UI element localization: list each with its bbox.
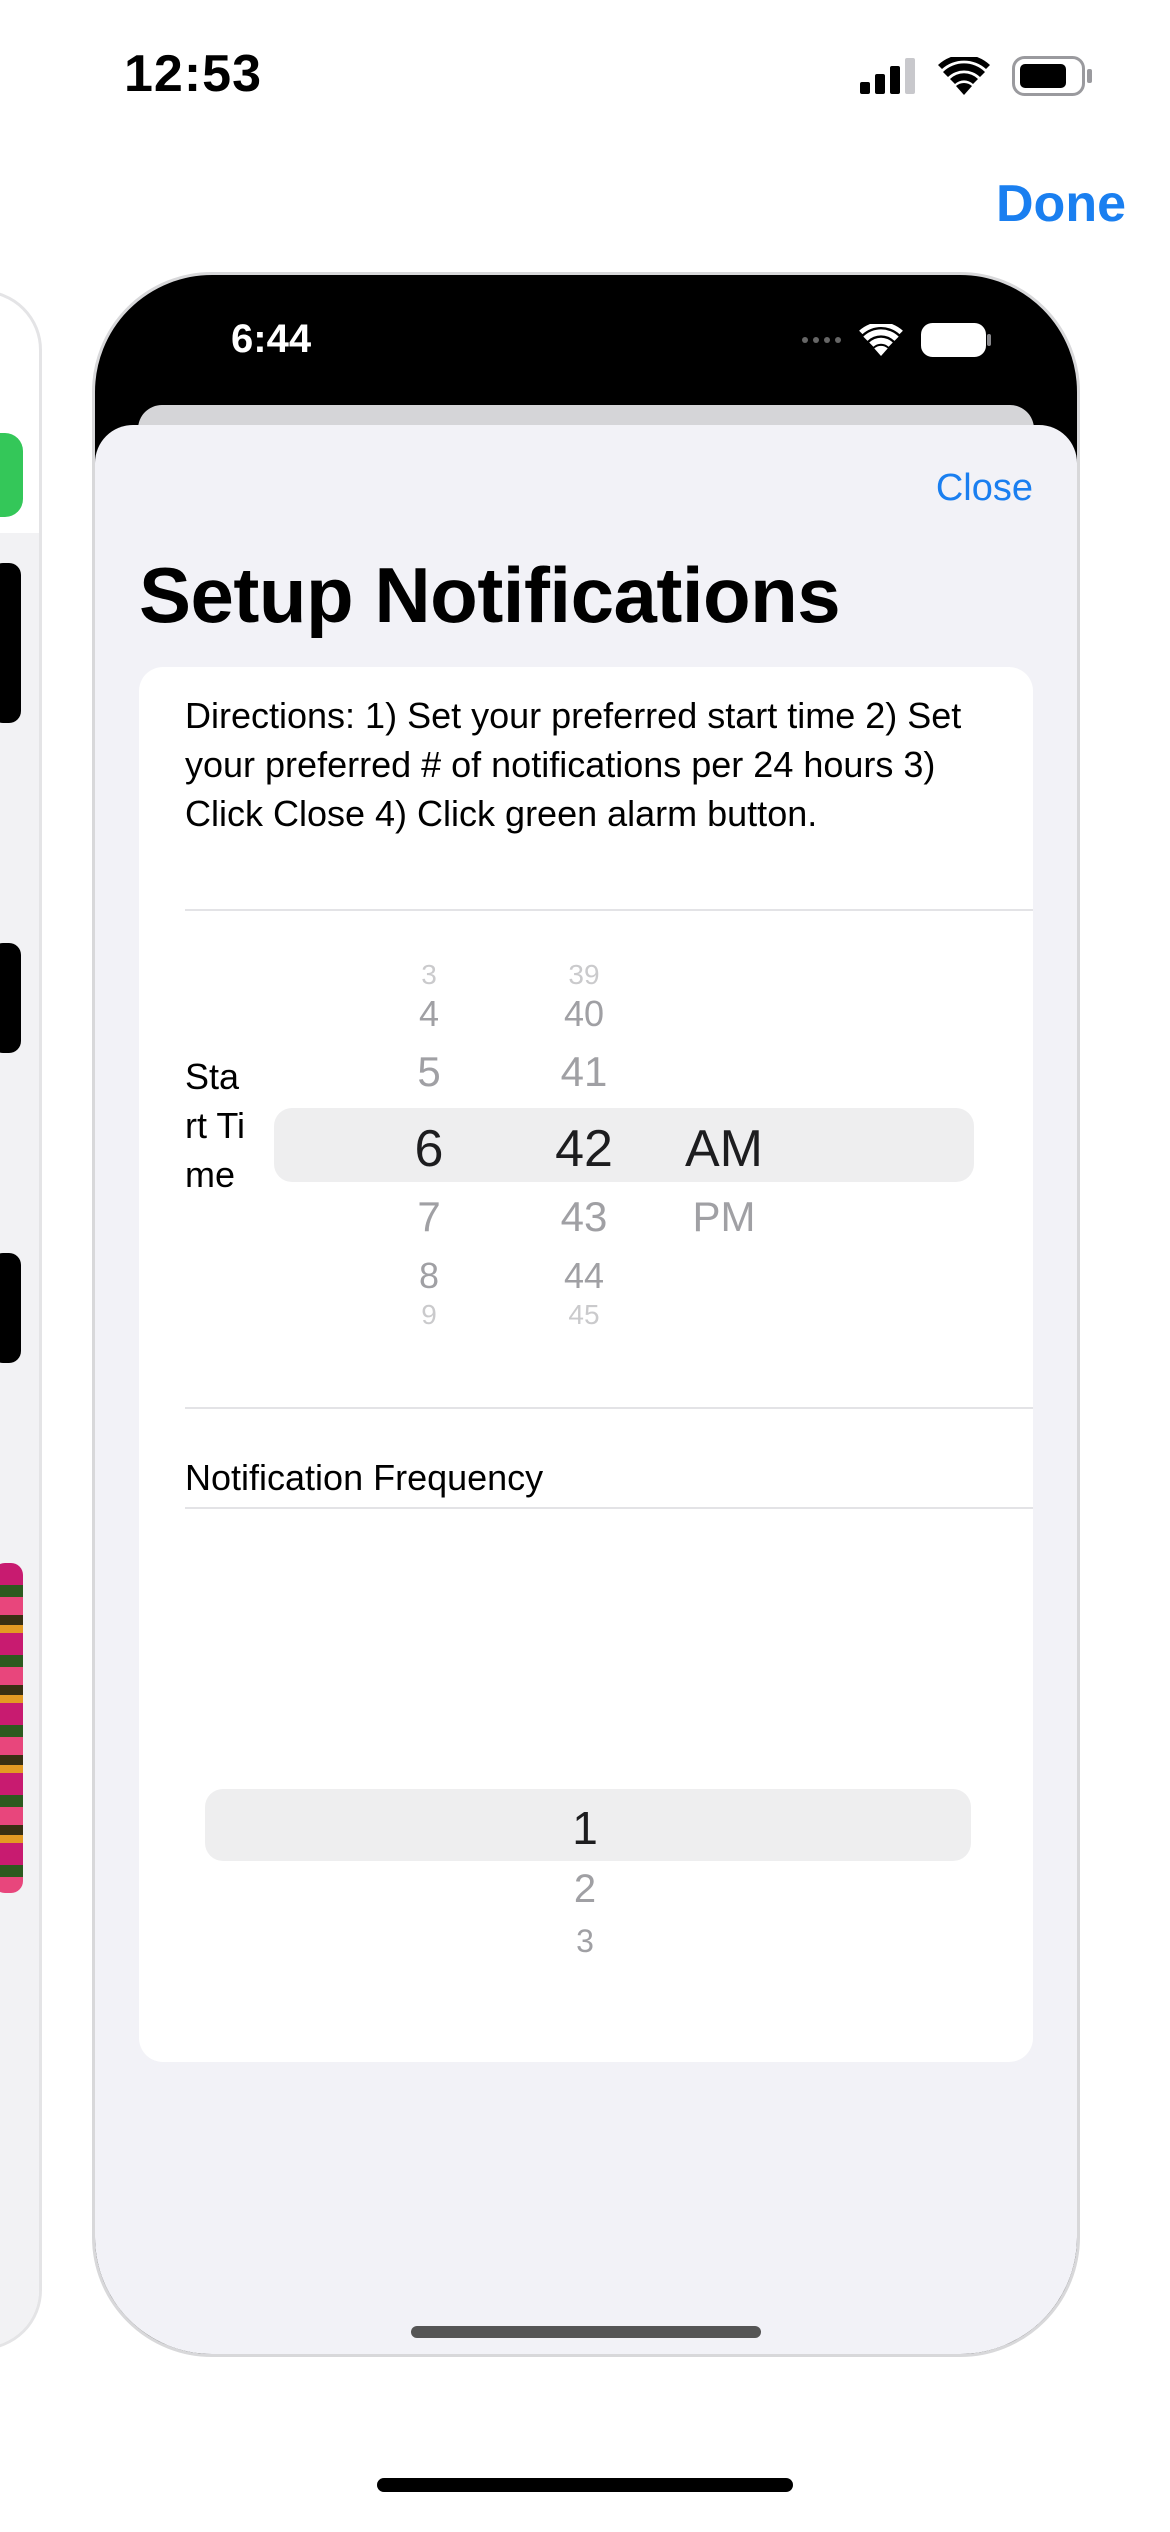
hour-option-selected[interactable]: 6 — [394, 1119, 464, 1179]
screen: 12:53 Done 6:44 Close Setup Notification… — [0, 0, 1170, 2532]
peek-background — [0, 533, 39, 2347]
wifi-icon — [859, 324, 903, 356]
page-title: Setup Notifications — [139, 551, 841, 639]
peek-photo — [0, 1563, 23, 1893]
previous-screen-card[interactable] — [0, 290, 42, 2350]
status-time: 12:53 — [124, 45, 262, 103]
settings-card: Directions: 1) Set your preferred start … — [139, 667, 1033, 2062]
am-pm-wheel[interactable]: AM PM — [664, 947, 784, 1377]
period-option-selected[interactable]: AM — [664, 1119, 784, 1179]
notification-frequency-label: Notification Frequency — [185, 1457, 544, 1498]
start-time-label: Start Time — [185, 1056, 245, 1195]
wifi-icon — [938, 57, 990, 95]
peek-green-button — [0, 433, 23, 517]
minute-wheel[interactable]: 39 40 41 42 43 44 45 — [524, 947, 644, 1377]
minute-option[interactable]: 43 — [524, 1193, 644, 1241]
frequency-option[interactable]: 3 — [535, 1923, 635, 1960]
status-icons — [860, 56, 1094, 96]
app-preview-frame: 6:44 Close Setup Notifications Direction… — [92, 272, 1080, 2357]
frequency-picker[interactable]: 1 2 3 — [205, 1547, 971, 1967]
hour-option[interactable]: 8 — [394, 1255, 464, 1297]
frequency-wheel[interactable]: 1 2 3 — [535, 1547, 635, 1967]
cellular-signal-icon — [860, 58, 915, 94]
hour-wheel[interactable]: 3 4 5 6 7 8 9 — [394, 947, 464, 1377]
done-button[interactable]: Done — [996, 174, 1126, 234]
peek-dark-block — [0, 1253, 21, 1363]
peek-dark-block — [0, 943, 21, 1053]
hour-option[interactable]: 4 — [394, 993, 464, 1035]
preview-home-indicator — [411, 2326, 761, 2338]
hour-option[interactable]: 9 — [394, 1299, 464, 1331]
minute-option[interactable]: 39 — [524, 959, 644, 991]
minute-option[interactable]: 40 — [524, 993, 644, 1035]
hour-option[interactable]: 3 — [394, 959, 464, 991]
battery-icon — [1012, 56, 1092, 96]
start-time-picker[interactable]: 3 4 5 6 7 8 9 39 40 41 42 43 44 45 AM PM — [274, 947, 974, 1377]
frequency-option-selected[interactable]: 1 — [535, 1801, 635, 1855]
hour-option[interactable]: 5 — [394, 1048, 464, 1096]
minute-option-selected[interactable]: 42 — [524, 1119, 644, 1179]
directions-text: Directions: 1) Set your preferred start … — [185, 695, 962, 834]
home-indicator[interactable] — [377, 2478, 793, 2492]
close-button[interactable]: Close — [936, 467, 1033, 510]
period-option[interactable]: PM — [664, 1193, 784, 1241]
setup-notifications-sheet: Close Setup Notifications Directions: 1)… — [95, 425, 1077, 2354]
preview-status-time: 6:44 — [231, 317, 312, 361]
minute-option[interactable]: 41 — [524, 1048, 644, 1096]
divider — [185, 909, 1033, 911]
no-signal-icon — [802, 337, 841, 343]
frequency-option[interactable]: 2 — [535, 1867, 635, 1912]
divider — [185, 1507, 1033, 1509]
minute-option[interactable]: 44 — [524, 1255, 644, 1297]
divider — [185, 1407, 1033, 1409]
hour-option[interactable]: 7 — [394, 1193, 464, 1241]
peek-dark-block — [0, 563, 21, 723]
preview-status-icons — [802, 323, 993, 357]
minute-option[interactable]: 45 — [524, 1299, 644, 1331]
battery-icon — [921, 323, 991, 357]
